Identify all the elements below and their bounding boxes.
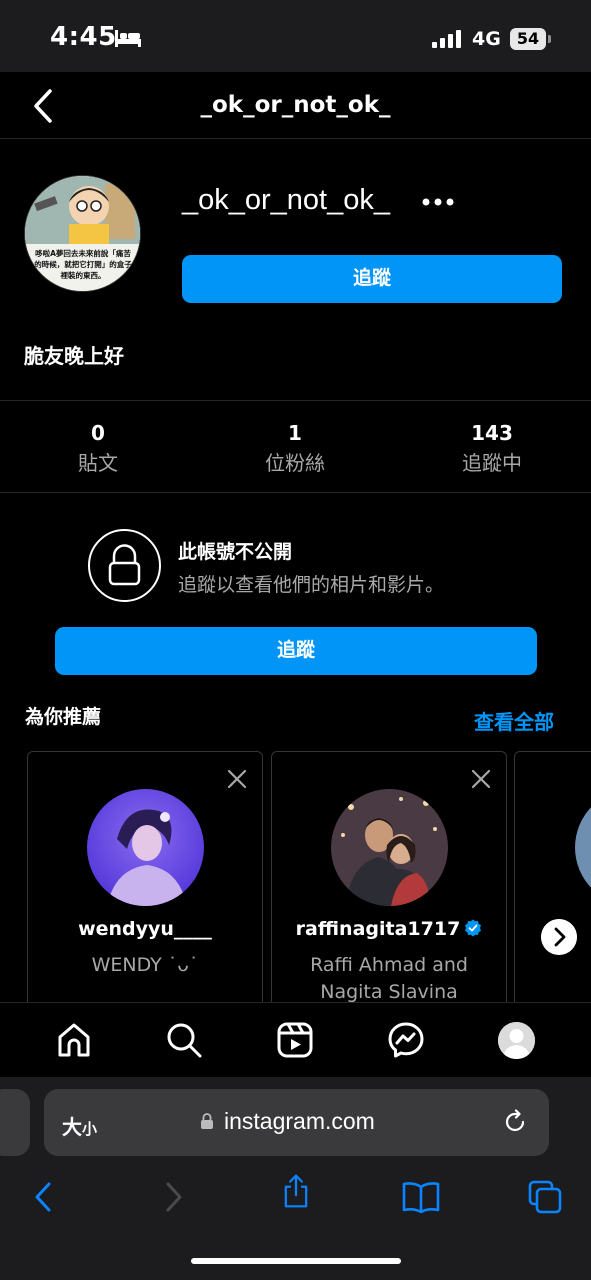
profile-bio: 脆友晚上好 (24, 344, 124, 368)
avatar-image: 哆啦A夢回去未來前說「痛苦 的時候，就把它打開」的盒子 裡裝的東西。 (25, 176, 140, 291)
private-account-title: 此帳號不公開 (178, 541, 293, 563)
network-type: 4G (472, 28, 501, 50)
stat-followers-label: 位粉絲 (265, 451, 325, 475)
lock-icon (201, 1113, 213, 1129)
battery-level: 54 (510, 28, 546, 50)
lock-icon (108, 544, 141, 586)
avatar-image (331, 789, 448, 906)
suggestion-username-text: raffinagita1717 (295, 918, 461, 940)
search-icon[interactable] (165, 1021, 203, 1059)
reload-icon[interactable] (502, 1109, 528, 1135)
previous-tab-preview[interactable] (0, 1089, 30, 1156)
battery-tip (548, 35, 551, 43)
suggestion-username[interactable]: raffinagita1717 (272, 918, 506, 940)
dismiss-close-icon[interactable] (470, 768, 492, 790)
stat-following-label: 追蹤中 (462, 451, 522, 475)
dismiss-close-icon[interactable] (226, 768, 248, 790)
cellular-signal-icon (432, 30, 461, 48)
home-indicator[interactable] (191, 1258, 401, 1264)
stat-posts-label: 貼文 (78, 451, 118, 475)
next-chevron-icon[interactable] (541, 919, 577, 955)
svg-text:的時候，就把它打開」的盒子: 的時候，就把它打開」的盒子 (34, 259, 132, 269)
follow-button-main[interactable]: 追蹤 (55, 627, 537, 675)
browser-forward-icon[interactable] (156, 1180, 190, 1214)
stat-following[interactable]: 143 追蹤中 (412, 421, 572, 476)
private-lock-badge (88, 529, 161, 602)
page-title: _ok_or_not_ok_ (200, 92, 391, 118)
url-text[interactable]: instagram.com (224, 1108, 375, 1135)
suggestion-fullname: Raffi Ahmad and Nagita Slavina (310, 954, 468, 1003)
status-bar: 4:45 4G 54 (0, 0, 591, 72)
aa-small: 小 (82, 1120, 98, 1138)
profile-avatar[interactable]: 哆啦A夢回去未來前說「痛苦 的時候，就把它打開」的盒子 裡裝的東西。 (24, 175, 141, 292)
top-nav-bar: _ok_or_not_ok_ (0, 72, 591, 139)
messenger-icon[interactable] (387, 1021, 425, 1059)
suggestion-card[interactable]: wendyyu____ WENDY ˙ᴗ˙ (27, 751, 263, 1011)
stat-posts: 0 貼文 (18, 421, 178, 476)
private-account-subtitle: 追蹤以查看他們的相片和影片。 (178, 574, 445, 596)
suggestion-avatar[interactable] (575, 789, 591, 906)
clock: 4:45 (50, 22, 117, 52)
default-avatar-icon (498, 1022, 535, 1059)
avatar-image (87, 789, 204, 906)
bookmarks-icon[interactable] (402, 1180, 440, 1214)
suggestion-card[interactable]: raffinagita1717 Raffi Ahmad and Nagita S… (271, 751, 507, 1011)
stat-following-count: 143 (471, 421, 513, 445)
page-settings-button[interactable]: 大小 (62, 1111, 97, 1140)
profile-stats: 0 貼文 1 位粉絲 143 追蹤中 (0, 400, 591, 493)
verified-badge-icon (465, 919, 482, 937)
tabs-icon[interactable] (528, 1180, 562, 1214)
home-icon[interactable] (55, 1021, 93, 1059)
stat-posts-count: 0 (91, 421, 105, 445)
reels-icon[interactable] (276, 1021, 314, 1059)
suggestion-username[interactable]: wendyyu____ (28, 918, 262, 940)
follow-button-header[interactable]: 追蹤 (182, 255, 562, 303)
bottom-tab-bar (0, 1002, 591, 1076)
sleep-focus-icon (115, 30, 141, 47)
suggestion-fullname: WENDY ˙ᴗ˙ (91, 954, 199, 976)
aa-large: 大 (62, 1115, 82, 1139)
browser-back-icon[interactable] (27, 1180, 61, 1214)
profile-username: _ok_or_not_ok_ (182, 184, 390, 216)
stat-followers-count: 1 (288, 421, 302, 445)
suggestion-card-partial[interactable] (514, 751, 591, 1011)
stat-followers[interactable]: 1 位粉絲 (215, 421, 375, 476)
share-icon[interactable] (279, 1174, 313, 1208)
suggestion-avatar[interactable] (331, 789, 448, 906)
svg-text:裡裝的東西。: 裡裝的東西。 (60, 270, 106, 280)
svg-text:哆啦A夢回去未來前說「痛苦: 哆啦A夢回去未來前說「痛苦 (35, 248, 131, 258)
see-all-link[interactable]: 查看全部 (474, 706, 554, 735)
suggestion-avatar[interactable] (87, 789, 204, 906)
suggestions-title: 為你推薦 (25, 706, 102, 728)
address-bar[interactable]: 大小 instagram.com (44, 1089, 549, 1156)
profile-tab-avatar[interactable] (498, 1022, 535, 1059)
more-options-icon[interactable] (420, 195, 460, 209)
